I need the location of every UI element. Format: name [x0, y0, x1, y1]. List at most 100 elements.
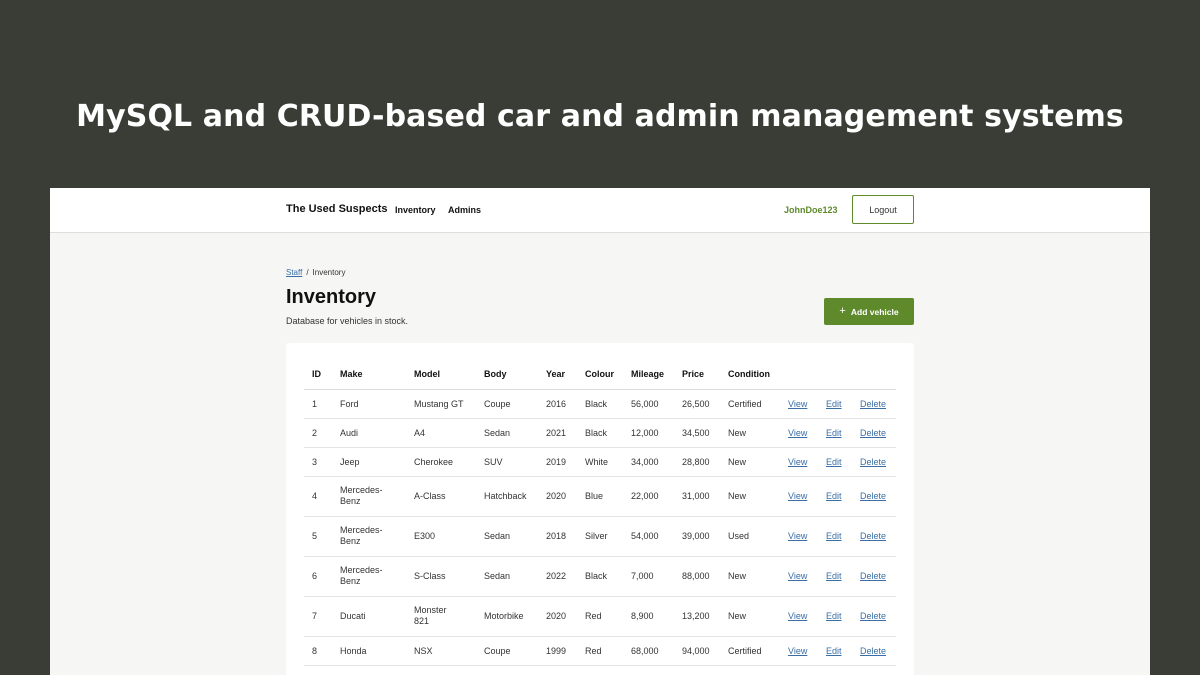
headline: MySQL and CRUD-based car and admin manag… — [76, 99, 1124, 134]
header-model: Model — [406, 359, 476, 390]
cell-mileage: 54,000 — [623, 516, 674, 557]
cell-mileage: 12,000 — [623, 418, 674, 448]
table-row: 1 Ford Mustang GT Coupe 2016 Black 56,00… — [304, 389, 896, 419]
delete-link[interactable]: Delete — [860, 611, 886, 621]
cell-price: 34,500 — [674, 418, 720, 448]
view-link[interactable]: View — [788, 611, 807, 621]
cell-make: Jeep — [332, 447, 406, 477]
cell-id: 5 — [304, 516, 332, 557]
cell-price: 31,000 — [674, 476, 720, 517]
cell-make: Ducati — [332, 596, 406, 637]
edit-link[interactable]: Edit — [826, 611, 842, 621]
inventory-table: ID Make Model Body Year Colour Mileage P… — [304, 359, 896, 666]
view-link[interactable]: View — [788, 491, 807, 501]
breadcrumb: Staff / Inventory — [286, 268, 345, 277]
cell-price: 39,000 — [674, 516, 720, 557]
cell-condition: New — [720, 476, 780, 517]
cell-model: S-Class — [406, 556, 476, 597]
delete-link[interactable]: Delete — [860, 399, 886, 409]
cell-id: 3 — [304, 447, 332, 477]
cell-body: SUV — [476, 447, 538, 477]
header-id: ID — [304, 359, 332, 390]
cell-price: 26,500 — [674, 389, 720, 419]
cell-id: 6 — [304, 556, 332, 597]
delete-link[interactable]: Delete — [860, 531, 886, 541]
cell-colour: Black — [577, 556, 623, 597]
breadcrumb-current: Inventory — [312, 268, 346, 277]
delete-link[interactable]: Delete — [860, 646, 886, 656]
table-row: 7 Ducati Monster 821 Motorbike 2020 Red … — [304, 596, 896, 637]
view-link[interactable]: View — [788, 428, 807, 438]
header-edit-spacer — [818, 359, 852, 390]
delete-link[interactable]: Delete — [860, 571, 886, 581]
cell-condition: Certified — [720, 389, 780, 419]
page-title: Inventory — [286, 286, 377, 308]
cell-make: Mercedes-Benz — [340, 485, 383, 506]
cell-body: Sedan — [476, 556, 538, 597]
edit-link[interactable]: Edit — [826, 571, 842, 581]
nav-link-admins[interactable]: Admins — [448, 205, 481, 215]
cell-colour: Black — [577, 418, 623, 448]
view-link[interactable]: View — [788, 571, 807, 581]
table-row: 8 Honda NSX Coupe 1999 Red 68,000 94,000… — [304, 636, 896, 666]
cell-id: 2 — [304, 418, 332, 448]
delete-link[interactable]: Delete — [860, 457, 886, 467]
cell-price: 28,800 — [674, 447, 720, 477]
plus-icon: + — [839, 305, 846, 317]
view-link[interactable]: View — [788, 646, 807, 656]
edit-link[interactable]: Edit — [826, 531, 842, 541]
brand-logo[interactable]: The Used Suspects — [286, 203, 387, 215]
cell-body: Sedan — [476, 516, 538, 557]
cell-mileage: 8,900 — [623, 596, 674, 637]
cell-model: A-Class — [406, 476, 476, 517]
cell-year: 1999 — [538, 636, 577, 666]
app-window: The Used Suspects Inventory Admins JohnD… — [50, 188, 1150, 675]
cell-year: 2022 — [538, 556, 577, 597]
breadcrumb-staff-link[interactable]: Staff — [286, 268, 302, 277]
username-label[interactable]: JohnDoe123 — [784, 205, 838, 215]
edit-link[interactable]: Edit — [826, 399, 842, 409]
cell-id: 4 — [304, 476, 332, 517]
breadcrumb-separator: / — [306, 268, 309, 277]
header-body: Body — [476, 359, 538, 390]
cell-id: 1 — [304, 389, 332, 419]
cell-body: Coupe — [476, 389, 538, 419]
header-condition: Condition — [720, 359, 780, 390]
cell-model: NSX — [406, 636, 476, 666]
inventory-card: ID Make Model Body Year Colour Mileage P… — [286, 343, 914, 675]
edit-link[interactable]: Edit — [826, 457, 842, 467]
cell-colour: White — [577, 447, 623, 477]
delete-link[interactable]: Delete — [860, 491, 886, 501]
cell-id: 7 — [304, 596, 332, 637]
logout-button[interactable]: Logout — [852, 195, 914, 224]
cell-make: Audi — [332, 418, 406, 448]
nav-link-inventory[interactable]: Inventory — [395, 205, 436, 215]
cell-body: Sedan — [476, 418, 538, 448]
cell-colour: Silver — [577, 516, 623, 557]
view-link[interactable]: View — [788, 457, 807, 467]
cell-condition: Used — [720, 516, 780, 557]
cell-colour: Blue — [577, 476, 623, 517]
cell-make: Mercedes-Benz — [340, 525, 383, 546]
cell-make: Ford — [332, 389, 406, 419]
edit-link[interactable]: Edit — [826, 491, 842, 501]
cell-make: Mercedes-Benz — [340, 565, 383, 586]
cell-year: 2016 — [538, 389, 577, 419]
cell-condition: New — [720, 418, 780, 448]
add-vehicle-button[interactable]: + Add vehicle — [824, 298, 914, 325]
table-row: 5 Mercedes-Benz E300 Sedan 2018 Silver 5… — [304, 516, 896, 557]
edit-link[interactable]: Edit — [826, 646, 842, 656]
cell-condition: New — [720, 556, 780, 597]
cell-mileage: 68,000 — [623, 636, 674, 666]
cell-condition: New — [720, 447, 780, 477]
header-delete-spacer — [852, 359, 896, 390]
cell-mileage: 22,000 — [623, 476, 674, 517]
table-row: 4 Mercedes-Benz A-Class Hatchback 2020 B… — [304, 476, 896, 517]
table-row: 3 Jeep Cherokee SUV 2019 White 34,000 28… — [304, 447, 896, 477]
view-link[interactable]: View — [788, 531, 807, 541]
edit-link[interactable]: Edit — [826, 428, 842, 438]
table-row: 2 Audi A4 Sedan 2021 Black 12,000 34,500… — [304, 418, 896, 448]
delete-link[interactable]: Delete — [860, 428, 886, 438]
cell-body: Hatchback — [476, 476, 538, 517]
view-link[interactable]: View — [788, 399, 807, 409]
